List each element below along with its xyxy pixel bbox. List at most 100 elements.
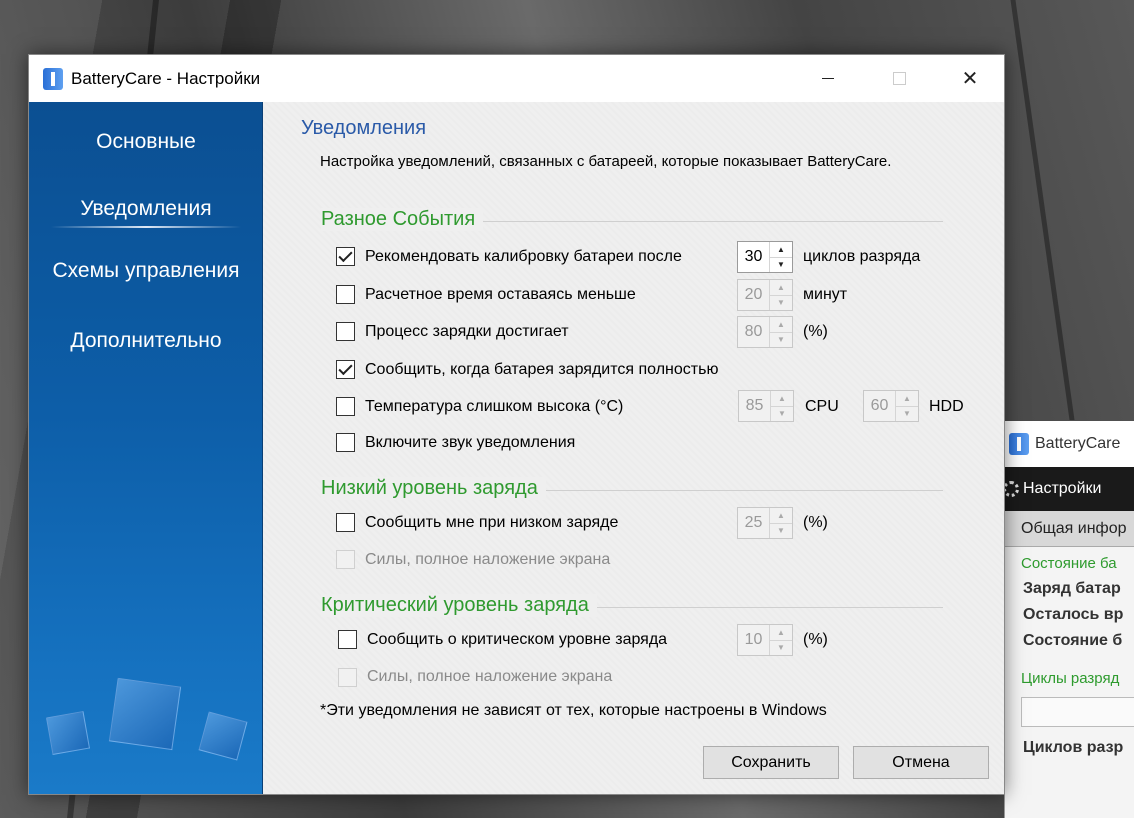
charging-reaches-checkbox[interactable] [336, 322, 355, 341]
settings-window: BatteryCare - Настройки ✕ Основные Уведо… [28, 54, 1005, 795]
bg-tab-general[interactable]: Общая инфор [1005, 511, 1134, 547]
sidebar-item-advanced[interactable]: Дополнительно [29, 329, 262, 353]
calibrate-label: Рекомендовать калибровку батареи после [365, 248, 682, 265]
spinner-value: 10 [744, 631, 763, 648]
sidebar-item-notifications[interactable]: Уведомления [29, 197, 262, 221]
hdd-unit: HDD [929, 398, 964, 415]
bg-section-cycles: Циклы разряд [1021, 670, 1120, 687]
fully-charged-label: Сообщить, когда батарея зарядится полнос… [365, 361, 719, 378]
wallpaper-streak [1010, 0, 1075, 420]
calibrate-unit: циклов разряда [803, 248, 921, 265]
save-button[interactable]: Сохранить [703, 746, 839, 779]
cancel-button[interactable]: Отмена [853, 746, 989, 779]
spinner-up-icon: ▲ [777, 282, 785, 292]
remaining-time-checkbox[interactable] [336, 285, 355, 304]
remaining-time-spinner: 20 ▲ ▼ [737, 279, 793, 311]
windows-note: *Эти уведомления не зависят от тех, кото… [320, 702, 827, 719]
sound-label: Включите звук уведомления [365, 434, 576, 451]
bg-row: Состояние б [1023, 632, 1123, 649]
bg-title-text: BatteryCare [1035, 435, 1121, 452]
sidebar-item-general[interactable]: Основные [29, 130, 262, 154]
spinner-up-icon: ▲ [778, 393, 786, 403]
window-title: BatteryCare - Настройки [71, 68, 261, 88]
low-battery-label: Сообщить мне при низком заряде [365, 514, 619, 531]
bg-row: Заряд батар [1023, 580, 1121, 597]
spinner-value: 25 [744, 514, 763, 531]
low-battery-checkbox[interactable] [336, 513, 355, 532]
calibrate-cycles-spinner[interactable]: 30 ▲ ▼ [737, 241, 793, 273]
battery-app-icon [1009, 433, 1029, 455]
remaining-time-label: Расчетное время оставаясь меньше [365, 286, 636, 303]
fully-charged-checkbox[interactable] [336, 360, 355, 379]
cpu-temperature-spinner: 85 ▲ ▼ [738, 390, 794, 422]
critical-battery-label: Сообщить о критическом уровне заряда [367, 631, 668, 648]
cube-shape [45, 710, 91, 756]
cube-shape [198, 711, 248, 761]
cube-shape [108, 677, 182, 751]
maximize-button[interactable] [876, 55, 922, 102]
spinner-value: 20 [744, 286, 763, 303]
sidebar-item-power-schemes[interactable]: Схемы управления [29, 259, 262, 283]
pane-description: Настройка уведомлений, связанных с батар… [320, 153, 892, 170]
charging-reaches-label: Процесс зарядки достигает [365, 323, 569, 340]
low-overlay-label: Силы, полное наложение экрана [365, 551, 611, 568]
spinner-value: 60 [870, 397, 889, 414]
sound-checkbox[interactable] [336, 433, 355, 452]
charging-reaches-unit: (%) [803, 323, 828, 340]
close-button[interactable]: ✕ [947, 55, 993, 102]
bg-toolbar[interactable]: Настройки [1005, 467, 1134, 511]
temperature-label: Температура слишком высока (°C) [365, 398, 624, 415]
sidebar: Основные Уведомления Схемы управления До… [29, 102, 263, 794]
hdd-temperature-spinner: 60 ▲ ▼ [863, 390, 919, 422]
critical-battery-unit: (%) [803, 631, 828, 648]
low-battery-unit: (%) [803, 514, 828, 531]
titlebar[interactable]: BatteryCare - Настройки ✕ [29, 55, 1004, 102]
bg-settings-label[interactable]: Настройки [1023, 480, 1101, 498]
minimize-icon [822, 78, 834, 79]
bg-section-status: Состояние ба [1021, 555, 1117, 572]
gear-icon [1005, 481, 1019, 497]
critical-battery-spinner: 10 ▲ ▼ [737, 624, 793, 656]
group-title-critical: Критический уровень заряда [321, 594, 597, 617]
group-title-low: Низкий уровень заряда [321, 477, 546, 500]
spinner-down-icon: ▼ [896, 405, 918, 422]
calibrate-checkbox[interactable] [336, 247, 355, 266]
critical-overlay-checkbox [338, 668, 357, 687]
spinner-down-icon[interactable]: ▼ [770, 256, 792, 273]
critical-overlay-label: Силы, полное наложение экрана [367, 668, 613, 685]
bg-titlebar: BatteryCare [1005, 421, 1134, 467]
remaining-time-unit: минут [803, 286, 848, 303]
spinner-down-icon: ▼ [770, 331, 792, 348]
sidebar-decoration [29, 654, 262, 794]
cpu-unit: CPU [805, 398, 839, 415]
spinner-up-icon: ▲ [777, 319, 785, 329]
pane-title: Уведомления [301, 117, 427, 139]
spinner-value: 80 [744, 323, 763, 340]
temperature-checkbox[interactable] [336, 397, 355, 416]
notifications-pane: Уведомления Настройка уведомлений, связа… [263, 102, 1004, 794]
background-window[interactable]: BatteryCare Настройки Общая инфор Состоя… [1004, 421, 1134, 818]
spinner-down-icon: ▼ [770, 522, 792, 539]
charging-reaches-spinner: 80 ▲ ▼ [737, 316, 793, 348]
spinner-up-icon: ▲ [777, 510, 785, 520]
battery-app-icon [43, 67, 63, 90]
minimize-button[interactable] [805, 55, 851, 102]
active-item-underline [51, 226, 241, 228]
spinner-up-icon: ▲ [777, 627, 785, 637]
group-title-misc: Разное События [321, 208, 484, 231]
low-battery-spinner: 25 ▲ ▼ [737, 507, 793, 539]
bg-progress-field [1021, 697, 1134, 727]
spinner-value: 85 [745, 397, 764, 414]
spinner-down-icon: ▼ [771, 405, 793, 422]
bg-row: Осталось вр [1023, 606, 1124, 623]
spinner-up-icon: ▲ [903, 393, 911, 403]
spinner-up-icon[interactable]: ▲ [770, 242, 792, 257]
critical-battery-checkbox[interactable] [338, 630, 357, 649]
low-overlay-checkbox [336, 550, 355, 569]
spinner-value[interactable]: 30 [738, 242, 769, 272]
bg-row-cycles: Циклов разр [1023, 739, 1124, 756]
spinner-down-icon: ▼ [770, 294, 792, 311]
close-icon: ✕ [961, 68, 979, 90]
spinner-down-icon: ▼ [770, 639, 792, 656]
maximize-icon [892, 72, 906, 85]
